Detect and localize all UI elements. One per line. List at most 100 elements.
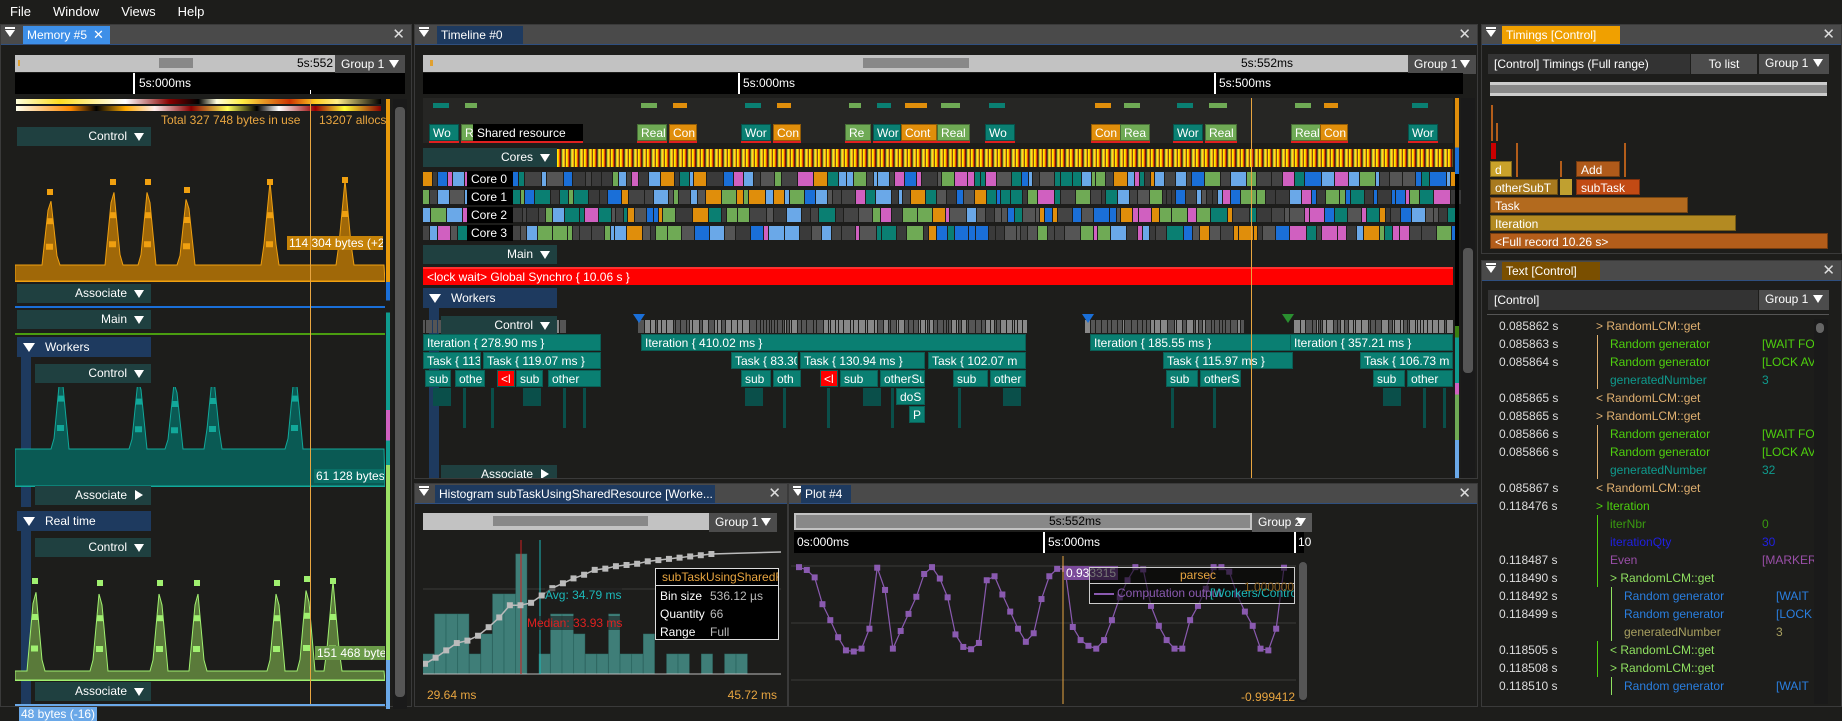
time-ruler[interactable]: 5s:000ms xyxy=(15,73,405,94)
text-row[interactable]: 0.085863 s Random generator [WAIT FO xyxy=(1482,335,1818,353)
panel-close-icon[interactable]: ✕ xyxy=(1822,261,1835,281)
panel-close-icon[interactable]: ✕ xyxy=(768,484,781,504)
memory-associate-workers-label[interactable]: Associate xyxy=(35,486,151,505)
tab-timeline[interactable]: Timeline #0 xyxy=(437,26,523,44)
text-row[interactable]: generatedNumber 32 xyxy=(1482,461,1818,479)
window-menu-icon[interactable] xyxy=(1486,263,1496,273)
subtask-block[interactable]: other xyxy=(990,370,1026,387)
deep-block[interactable]: doS xyxy=(896,388,925,405)
lock-label[interactable]: Cont xyxy=(901,124,937,141)
text-row[interactable]: 0.118487 s Even [MARKER xyxy=(1482,551,1818,569)
cores-label[interactable]: Cores xyxy=(423,148,557,167)
text-row[interactable]: 0.118499 s Random generator [LOCK xyxy=(1482,605,1818,623)
task-block[interactable]: Task { 102.07 m xyxy=(928,352,1026,369)
menu-file[interactable]: File xyxy=(10,4,31,19)
to-list-button[interactable]: To list xyxy=(1691,54,1757,74)
tab-text[interactable]: Text [Control] xyxy=(1502,262,1600,280)
tab-timings[interactable]: Timings [Control] xyxy=(1502,26,1620,44)
task-block[interactable]: Task { 130.94 ms } xyxy=(800,352,925,369)
window-menu-icon[interactable] xyxy=(5,27,15,37)
task-block[interactable]: Task { 106.73 m xyxy=(1360,352,1453,369)
timings-bar[interactable]: Task xyxy=(1490,197,1688,213)
lock-label[interactable]: Con xyxy=(669,124,697,141)
memory-track-realtime-control-label[interactable]: Control xyxy=(35,538,151,557)
text-row[interactable]: 0.085862 s > RandomLCM::get xyxy=(1482,317,1818,335)
lock-label[interactable]: Con xyxy=(1320,124,1348,141)
memory-overview[interactable]: 5s:552 xyxy=(15,55,335,72)
associate-label[interactable]: Associate xyxy=(441,465,557,478)
iteration-block[interactable]: Iteration { 410.02 ms } xyxy=(641,334,1026,351)
overview-thumb[interactable] xyxy=(863,58,969,68)
lock-label[interactable]: Real xyxy=(1291,124,1321,141)
subtask-block[interactable]: sub xyxy=(741,370,771,387)
lock-wait-block[interactable]: <lock wait> Global Synchro { 10.06 s } xyxy=(423,267,1453,285)
timings-bar[interactable]: d xyxy=(1490,161,1512,177)
panel-close-icon[interactable]: ✕ xyxy=(1458,25,1471,45)
tab-plot[interactable]: Plot #4 xyxy=(801,485,851,503)
timings-bar[interactable]: Add xyxy=(1576,161,1620,177)
panel-close-icon[interactable]: ✕ xyxy=(1458,484,1471,504)
task-block[interactable]: Task { 83.30 xyxy=(731,352,798,369)
group-workers[interactable]: Workers xyxy=(17,337,151,357)
text-row[interactable]: 0.118490 s > RandomLCM::get xyxy=(1482,569,1818,587)
memory-associate-label[interactable]: Associate xyxy=(17,284,151,303)
text-row[interactable]: 0.118492 s Random generator [WAIT xyxy=(1482,587,1818,605)
lock-label[interactable]: Con xyxy=(1091,124,1121,141)
subtask-block[interactable]: sub xyxy=(840,370,878,387)
subtask-block[interactable]: sub xyxy=(425,370,451,387)
lock-label[interactable]: Real xyxy=(637,124,667,141)
group-real-time[interactable]: Real time xyxy=(17,511,151,531)
overview-thumb[interactable] xyxy=(159,58,193,68)
lock-label[interactable]: Shared resource xyxy=(473,124,583,141)
histogram-overview[interactable] xyxy=(423,513,709,530)
text-row[interactable]: 0.085866 s Random generator [WAIT FO xyxy=(1482,425,1818,443)
subtask-block[interactable]: sub xyxy=(516,370,543,387)
text-row[interactable]: generatedNumber 3 xyxy=(1482,623,1818,641)
window-menu-icon[interactable] xyxy=(1486,27,1496,37)
panel-close-icon[interactable]: ✕ xyxy=(392,25,405,45)
text-row[interactable]: 0.118510 s Random generator [WAIT xyxy=(1482,677,1818,695)
group-workers[interactable]: Workers xyxy=(423,288,557,308)
timings-range-bar[interactable] xyxy=(1490,82,1827,96)
lock-label[interactable]: Rea xyxy=(1120,124,1150,141)
lock-label[interactable]: Wor xyxy=(741,124,771,141)
text-row[interactable]: iterationQty 30 xyxy=(1482,533,1818,551)
lock-label[interactable]: Real xyxy=(937,124,970,141)
task-block[interactable]: Task { 113 xyxy=(423,352,481,369)
group-selector[interactable]: Group 2 xyxy=(1252,513,1312,532)
tab-memory[interactable]: Memory #5 ✕ xyxy=(23,26,110,44)
subtask-block[interactable]: sub xyxy=(1166,370,1198,387)
text-scrollbar[interactable] xyxy=(1814,319,1828,704)
time-ruler[interactable]: 0s:000ms 5s:000ms 10 xyxy=(794,532,1311,553)
task-block[interactable]: Task { 115.97 ms } xyxy=(1163,352,1293,369)
text-row[interactable]: 0.085865 s < RandomLCM::get xyxy=(1482,389,1818,407)
lock-label[interactable]: Wo xyxy=(429,124,459,141)
subtask-block[interactable]: other xyxy=(548,370,601,387)
window-menu-icon[interactable] xyxy=(419,27,429,37)
text-row[interactable]: 0.118505 s < RandomLCM::get xyxy=(1482,641,1818,659)
iteration-block[interactable]: Iteration { 185.55 ms } xyxy=(1090,334,1293,351)
task-block[interactable]: Task { 119.07 ms } xyxy=(483,352,601,369)
iteration-block[interactable]: Iteration { 357.21 ms } xyxy=(1290,334,1453,351)
timings-bar[interactable]: otherSubT xyxy=(1490,179,1558,195)
deep-block[interactable]: P xyxy=(909,406,925,423)
scrollbar-thumb[interactable] xyxy=(395,107,405,697)
control-thread-label[interactable]: Control xyxy=(441,316,557,335)
scrollbar-thumb[interactable] xyxy=(1816,323,1824,333)
overview-thumb[interactable] xyxy=(796,515,1250,528)
menu-views[interactable]: Views xyxy=(121,4,155,19)
subtask-block[interactable]: otherS xyxy=(1200,370,1241,387)
panel-close-icon[interactable]: ✕ xyxy=(1822,25,1835,45)
timeline-scrollbar[interactable] xyxy=(1461,98,1475,478)
text-row[interactable]: 0.085867 s < RandomLCM::get xyxy=(1482,479,1818,497)
overview-thumb[interactable] xyxy=(493,516,648,526)
timings-bar[interactable]: Iteration xyxy=(1490,215,1736,231)
group-selector[interactable]: Group 1 xyxy=(1408,55,1476,74)
group-selector[interactable]: Group 1 xyxy=(1759,54,1829,74)
tab-histogram[interactable]: Histogram subTaskUsingSharedResource [Wo… xyxy=(435,485,715,503)
lock-label[interactable]: Wo xyxy=(985,124,1015,141)
subtask-block[interactable]: sub xyxy=(953,370,988,387)
tab-close-icon[interactable]: ✕ xyxy=(93,26,104,44)
group-selector[interactable]: Group 1 xyxy=(709,513,777,532)
group-selector[interactable]: Group 1 xyxy=(1759,290,1829,310)
